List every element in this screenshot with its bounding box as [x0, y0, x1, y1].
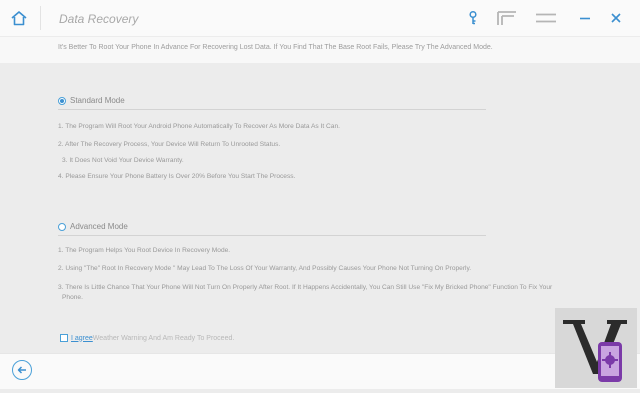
advanced-item: 3. There Is Little Chance That Your Phon…	[58, 284, 553, 291]
standard-mode-divider	[58, 109, 486, 110]
root-notice: It's Better To Root Your Phone In Advanc…	[58, 44, 493, 51]
close-icon	[611, 13, 621, 23]
watermark-logo	[555, 308, 637, 388]
standard-item: 1. The Program Will Root Your Android Ph…	[58, 123, 340, 130]
window-title: Data Recovery	[59, 12, 139, 26]
key-icon	[469, 10, 477, 25]
feedback-button[interactable]	[496, 8, 518, 28]
advanced-mode-radio[interactable]	[58, 222, 66, 231]
advanced-item: Phone.	[62, 294, 83, 301]
home-button[interactable]	[9, 9, 29, 27]
back-arrow-icon	[17, 366, 26, 374]
watermark-v-icon	[563, 320, 627, 382]
home-icon	[11, 11, 27, 26]
standard-mode-option[interactable]: Standard Mode	[58, 96, 125, 105]
feedback-icon	[497, 11, 516, 25]
radio-selected-dot	[60, 98, 64, 103]
title-bar: Data Recovery	[0, 0, 640, 36]
minimize-icon	[580, 17, 590, 20]
menu-button[interactable]	[535, 8, 557, 28]
agree-link[interactable]: I agree	[71, 335, 93, 342]
menu-icon	[536, 13, 556, 23]
advanced-mode-label: Advanced Mode	[70, 222, 128, 231]
agree-row: I agree Weather Warning And Am Ready To …	[60, 334, 234, 342]
standard-item: 4. Please Ensure Your Phone Battery Is O…	[58, 173, 296, 180]
notice-bar: It's Better To Root Your Phone In Advanc…	[0, 37, 640, 63]
bottom-bar	[0, 353, 640, 389]
standard-item: 2. After The Recovery Process, Your Devi…	[58, 141, 281, 148]
advanced-item: 1. The Program Helps You Root Device In …	[58, 247, 231, 254]
standard-item: 3. It Does Not Void Your Device Warranty…	[62, 157, 184, 164]
minimize-button[interactable]	[578, 8, 592, 28]
main-panel	[0, 63, 640, 353]
standard-mode-radio[interactable]	[58, 96, 66, 105]
standard-mode-label: Standard Mode	[70, 96, 125, 105]
advanced-item: 2. Using "The" Root In Recovery Mode " M…	[58, 265, 472, 272]
key-button[interactable]	[466, 8, 480, 28]
advanced-mode-option[interactable]: Advanced Mode	[58, 222, 128, 231]
agree-checkbox[interactable]	[60, 334, 68, 342]
back-button[interactable]	[12, 360, 32, 380]
title-separator	[40, 6, 41, 30]
advanced-mode-divider	[58, 235, 486, 236]
agree-text: Weather Warning And Am Ready To Proceed.	[92, 334, 235, 342]
close-button[interactable]	[609, 8, 623, 28]
